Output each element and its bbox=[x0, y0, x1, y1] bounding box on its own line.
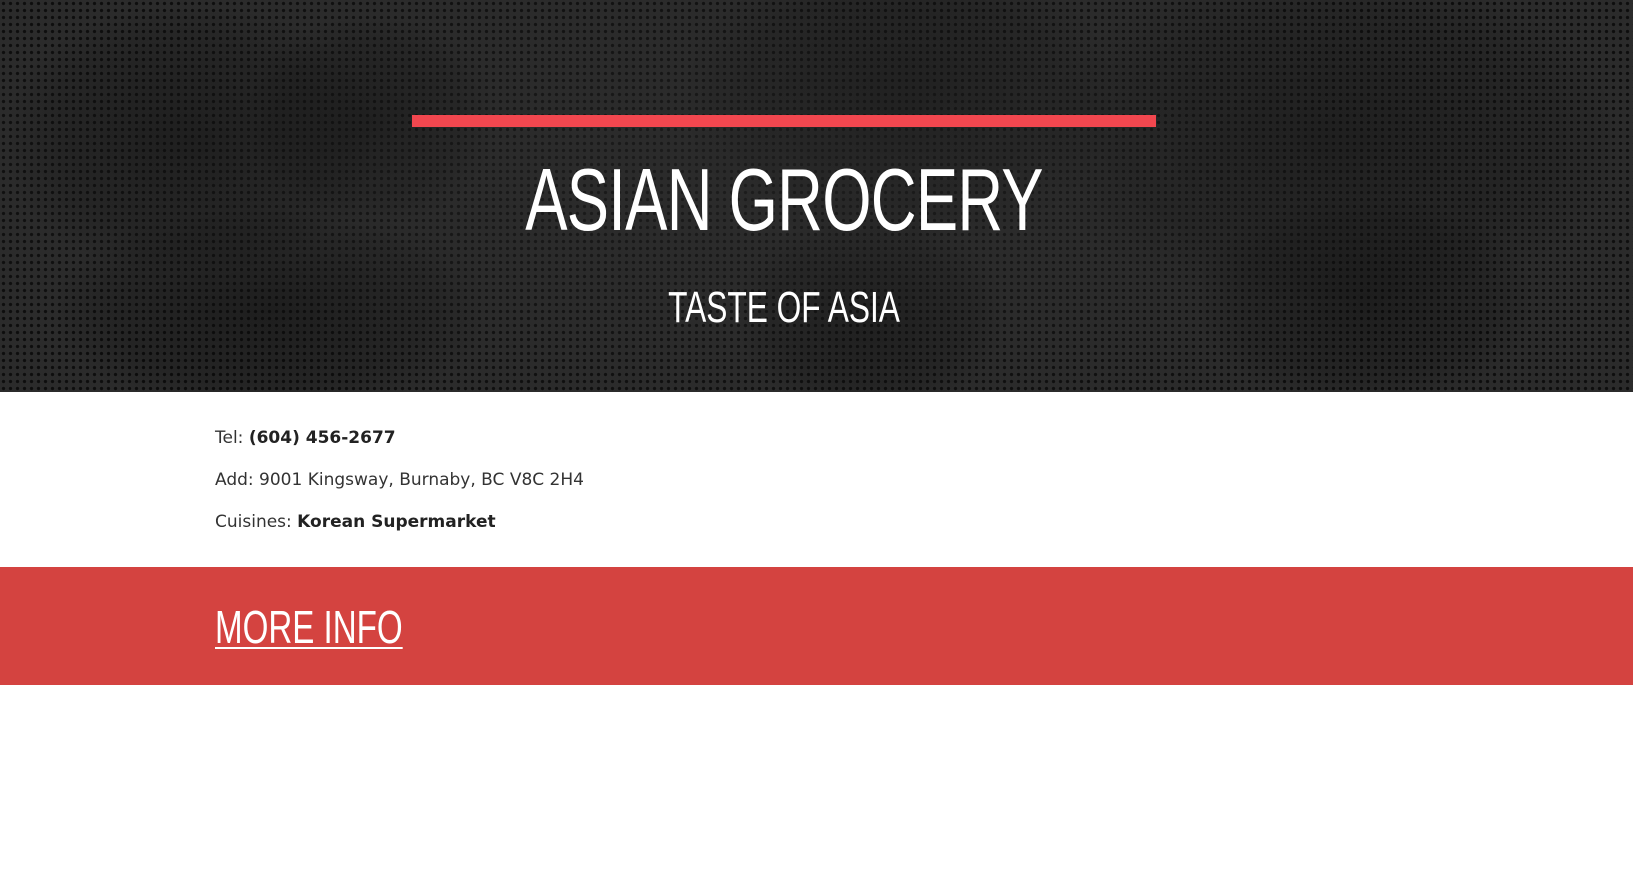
more-info-link[interactable]: MORE INFO bbox=[215, 600, 403, 654]
cuisines-row: Cuisines: Korean Supermarket bbox=[215, 506, 584, 548]
address-label: Add: bbox=[215, 470, 254, 490]
cuisines-label: Cuisines: bbox=[215, 512, 292, 532]
cuisines-value: Korean Supermarket bbox=[297, 512, 496, 532]
phone-row: Tel: (604) 456-2677 bbox=[215, 422, 584, 464]
address-row: Add: 9001 Kingsway, Burnaby, BC V8C 2H4 bbox=[215, 464, 584, 506]
store-details: Tel: (604) 456-2677 Add: 9001 Kingsway, … bbox=[215, 422, 584, 548]
address-value: 9001 Kingsway, Burnaby, BC V8C 2H4 bbox=[259, 470, 584, 490]
accent-bar bbox=[412, 115, 1156, 127]
phone-number: (604) 456-2677 bbox=[248, 428, 396, 448]
hero-banner: ASIAN GROCERY TASTE OF ASIA bbox=[0, 0, 1633, 392]
page-title: ASIAN GROCERY bbox=[525, 150, 1043, 249]
phone-label: Tel: bbox=[215, 428, 244, 448]
page-subtitle: TASTE OF ASIA bbox=[668, 283, 900, 332]
